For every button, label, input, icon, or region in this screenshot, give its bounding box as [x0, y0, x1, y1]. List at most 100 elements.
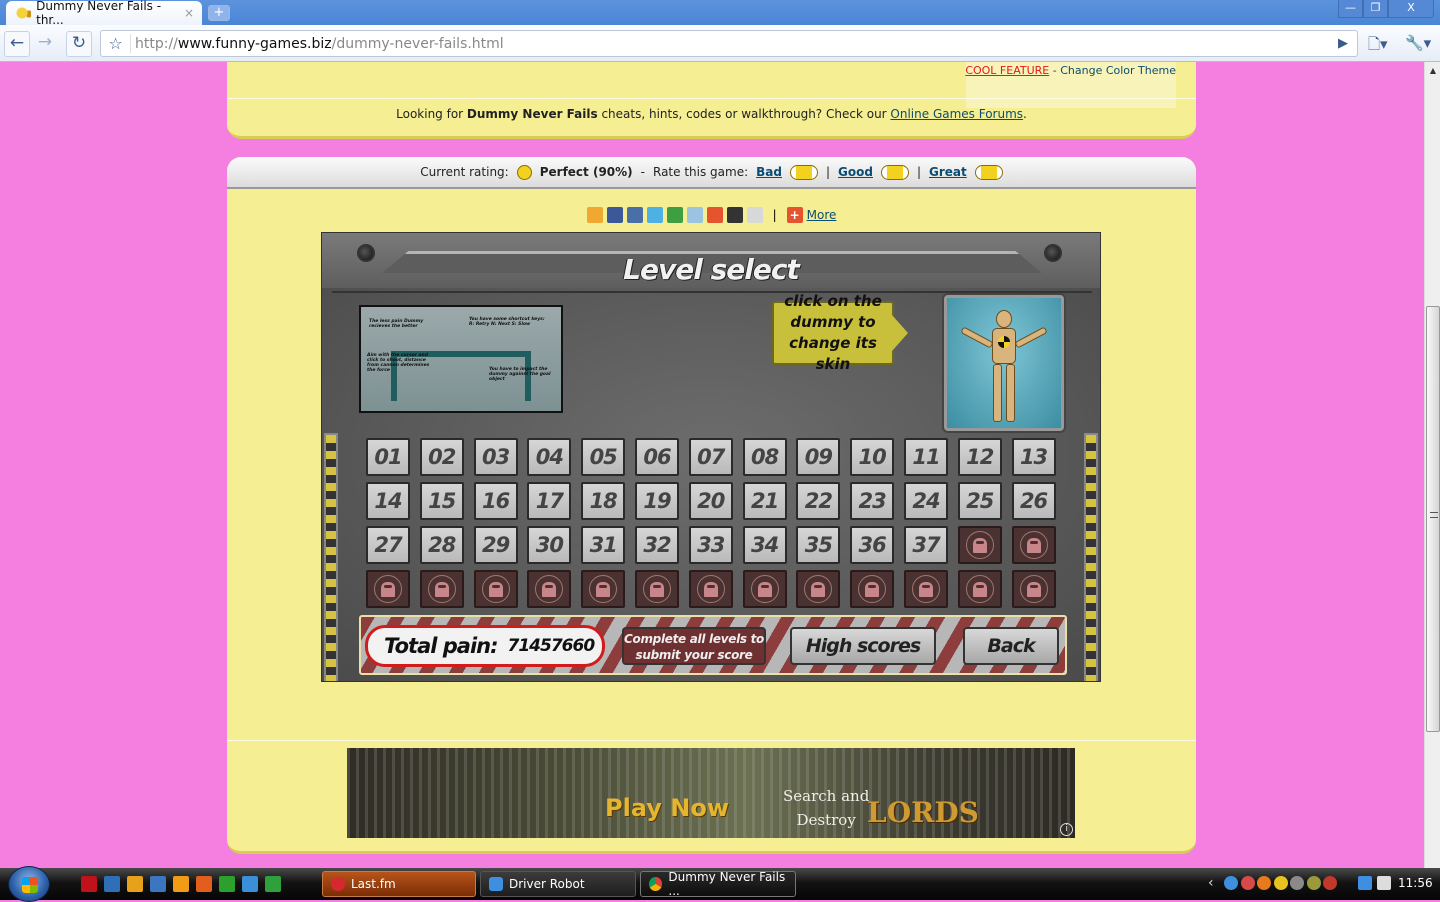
go-icon[interactable]: ▶	[1329, 36, 1357, 51]
level-button[interactable]: 33	[688, 526, 733, 564]
level-button[interactable]: 26	[1011, 482, 1056, 520]
level-button[interactable]: 24	[903, 482, 948, 520]
bookmark-star-icon[interactable]: ☆	[101, 34, 131, 53]
digg-icon[interactable]	[706, 207, 723, 223]
level-button[interactable]: 07	[688, 438, 733, 476]
share-more-link[interactable]: More	[807, 208, 837, 222]
start-button[interactable]	[8, 866, 50, 902]
scroll-up-arrow-icon[interactable]: ▲	[1425, 66, 1440, 75]
driver-robot-tray-icon[interactable]	[1224, 876, 1238, 890]
pencil-icon[interactable]	[127, 876, 143, 892]
desktop-icon[interactable]	[104, 876, 120, 892]
url-text[interactable]: http://www.funny-games.biz/dummy-never-f…	[131, 36, 504, 52]
reload-button[interactable]: ↻	[66, 31, 92, 57]
cool-feature-label[interactable]: COOL FEATURE	[965, 64, 1049, 77]
restore-button[interactable]: ❐	[1363, 0, 1388, 18]
task-lastfm[interactable]: Last.fm	[322, 871, 476, 897]
chrome-icon[interactable]	[242, 876, 258, 892]
utility-tray-icon[interactable]	[1306, 876, 1321, 890]
delicious-icon[interactable]	[726, 207, 743, 223]
warning-tray-icon[interactable]	[1273, 876, 1288, 890]
java-tray-icon[interactable]	[1257, 876, 1271, 890]
level-button[interactable]: 22	[796, 482, 841, 520]
level-button[interactable]: 35	[796, 526, 841, 564]
level-button[interactable]: 30	[527, 526, 572, 564]
game-canvas[interactable]: Level select The less pain Dummy recieve…	[321, 232, 1101, 682]
myspace-icon[interactable]	[626, 207, 643, 223]
tab-close-icon[interactable]: ×	[184, 6, 194, 20]
level-button[interactable]: 31	[581, 526, 626, 564]
crash-dummy-icon[interactable]	[960, 310, 1048, 425]
firefox-icon[interactable]	[196, 876, 212, 892]
stumbleupon-icon[interactable]	[666, 207, 683, 223]
level-button[interactable]: 06	[634, 438, 679, 476]
level-button[interactable]: 05	[581, 438, 626, 476]
utorrent-green-icon[interactable]	[219, 876, 235, 892]
scrollbar-thumb[interactable]	[1426, 306, 1440, 732]
level-button[interactable]: 34	[742, 526, 787, 564]
vertical-scrollbar[interactable]: ▲	[1424, 62, 1440, 868]
cd-tray-icon[interactable]	[1240, 876, 1255, 890]
level-button[interactable]: 20	[688, 482, 733, 520]
media-player-icon[interactable]	[173, 876, 189, 892]
level-button[interactable]: 21	[742, 482, 787, 520]
favorites-icon[interactable]	[586, 207, 603, 223]
level-button[interactable]: 29	[473, 526, 518, 564]
level-button[interactable]: 04	[527, 438, 572, 476]
back-button-game[interactable]: Back	[963, 627, 1059, 665]
level-button[interactable]: 09	[796, 438, 841, 476]
utorrent-icon[interactable]	[265, 876, 281, 892]
forums-link[interactable]: Online Games Forums	[890, 107, 1023, 121]
address-bar[interactable]: ☆ http://www.funny-games.biz/dummy-never…	[100, 30, 1358, 57]
browser-tab-active[interactable]: Dummy Never Fails - thr... ×	[6, 0, 202, 27]
level-button[interactable]: 23	[850, 482, 895, 520]
level-button[interactable]: 28	[419, 526, 464, 564]
reddit-icon[interactable]	[686, 207, 703, 223]
level-button[interactable]: 02	[419, 438, 464, 476]
ad-play-now[interactable]: Play Now	[605, 794, 729, 822]
ad-banner[interactable]: Play Now Search and Destroy LORDS i	[347, 748, 1075, 838]
forward-button[interactable]: →	[32, 31, 58, 57]
level-button[interactable]: 03	[473, 438, 518, 476]
page-menu-icon[interactable]: 🗋▾	[1368, 34, 1388, 59]
two-thumbs-up-smiley-icon[interactable]	[974, 164, 1003, 180]
high-scores-button[interactable]: High scores	[790, 627, 936, 665]
security-tray-icon[interactable]	[1290, 876, 1304, 890]
volume-tray-icon[interactable]	[1377, 876, 1391, 890]
task-driver-robot[interactable]: Driver Robot	[480, 871, 636, 897]
malwarebytes-icon[interactable]	[81, 876, 97, 892]
level-button[interactable]: 37	[903, 526, 948, 564]
level-button[interactable]: 14	[366, 482, 410, 520]
wrench-menu-icon[interactable]: 🔧▾	[1405, 34, 1431, 52]
level-button[interactable]: 08	[742, 438, 787, 476]
thumbs-up-smiley-icon[interactable]	[880, 164, 909, 180]
level-button[interactable]: 19	[634, 482, 679, 520]
level-button[interactable]: 15	[419, 482, 464, 520]
level-button[interactable]: 32	[634, 526, 679, 564]
level-button[interactable]: 10	[850, 438, 895, 476]
ad-info-icon[interactable]: i	[1060, 823, 1073, 836]
new-tab-button[interactable]: +	[208, 5, 230, 21]
facebook-icon[interactable]	[606, 207, 623, 223]
dummy-skin-selector[interactable]	[944, 295, 1064, 431]
level-button[interactable]: 13	[1011, 438, 1056, 476]
twitter-icon[interactable]	[646, 207, 663, 223]
level-button[interactable]: 12	[957, 438, 1002, 476]
task-chrome-dummy[interactable]: Dummy Never Fails ...	[640, 870, 796, 898]
rate-bad-link[interactable]: Bad	[756, 165, 782, 179]
rate-good-link[interactable]: Good	[838, 165, 873, 179]
level-button[interactable]: 27	[366, 526, 410, 564]
level-button[interactable]: 17	[527, 482, 572, 520]
back-button[interactable]: ←	[4, 31, 30, 57]
level-button[interactable]: 36	[850, 526, 895, 564]
level-button[interactable]: 01	[366, 438, 410, 476]
close-window-button[interactable]: X	[1388, 0, 1434, 18]
level-button[interactable]: 16	[473, 482, 518, 520]
level-button[interactable]: 11	[903, 438, 948, 476]
level-button[interactable]: 25	[957, 482, 1002, 520]
network-tray-icon[interactable]	[1358, 876, 1372, 890]
blocked-tray-icon[interactable]	[1323, 876, 1337, 890]
switch-windows-icon[interactable]	[150, 876, 166, 892]
rate-great-link[interactable]: Great	[929, 165, 967, 179]
email-icon[interactable]	[746, 207, 763, 223]
